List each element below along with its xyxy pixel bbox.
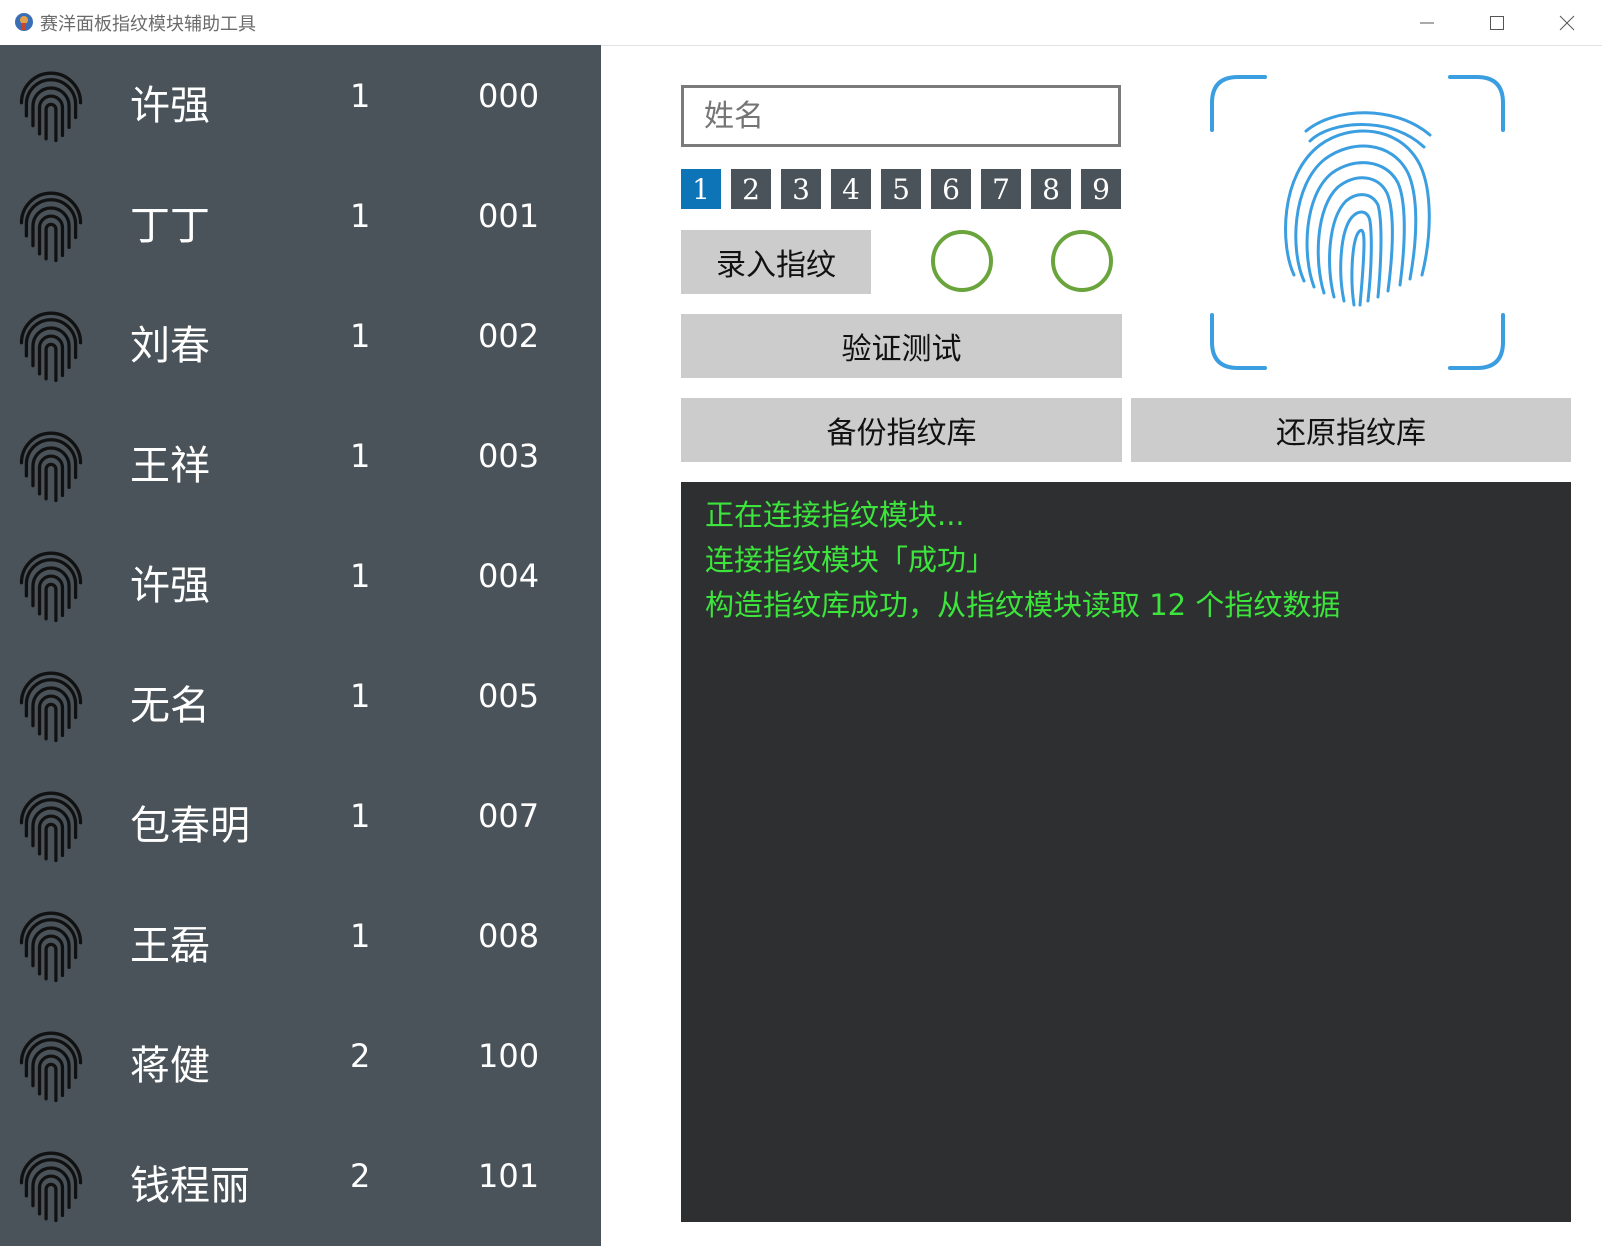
user-id: 000 (478, 77, 540, 115)
user-name: 包春明 (130, 803, 250, 849)
verify-test-button[interactable]: 验证测试 (681, 314, 1122, 378)
user-list[interactable]: 许强 1 000 丁丁 1 001 刘春 1 002 王祥 1 003 许强 1… (0, 45, 601, 1246)
user-name: 王磊 (130, 923, 210, 969)
user-id: 005 (478, 677, 540, 715)
user-name: 蒋健 (130, 1043, 210, 1089)
user-id: 007 (478, 797, 540, 835)
list-item[interactable]: 包春明 1 007 (0, 765, 601, 885)
fingerprint-icon (19, 1151, 83, 1223)
capture-status-indicator-2 (1051, 230, 1113, 292)
backup-library-button[interactable]: 备份指纹库 (681, 398, 1122, 462)
finger-tab-8[interactable]: 8 (1031, 169, 1071, 209)
user-id: 002 (478, 317, 540, 355)
minimize-button[interactable] (1392, 0, 1462, 45)
fingerprint-icon (19, 431, 83, 503)
user-id: 008 (478, 917, 540, 955)
finger-count: 1 (350, 677, 371, 715)
close-icon (1559, 15, 1575, 30)
user-id: 003 (478, 437, 540, 475)
title-bar: 赛洋面板指纹模块辅助工具 (0, 0, 1602, 46)
minimize-icon (1420, 22, 1434, 23)
finger-count: 2 (350, 1157, 371, 1195)
finger-count: 1 (350, 197, 371, 235)
user-id: 004 (478, 557, 540, 595)
user-name: 丁丁 (130, 203, 210, 249)
finger-tab-4[interactable]: 4 (831, 169, 871, 209)
finger-count: 1 (350, 917, 371, 955)
finger-count: 2 (350, 1037, 371, 1075)
finger-tab-6[interactable]: 6 (931, 169, 971, 209)
finger-count: 1 (350, 437, 371, 475)
finger-tab-5[interactable]: 5 (881, 169, 921, 209)
list-item[interactable]: 许强 1 000 (0, 45, 601, 165)
list-item[interactable]: 许强 1 004 (0, 525, 601, 645)
fingerprint-icon (19, 1031, 83, 1103)
list-item[interactable]: 王祥 1 003 (0, 405, 601, 525)
fingerprint-icon (19, 791, 83, 863)
capture-status-indicator-1 (931, 230, 993, 292)
fingerprint-icon (19, 671, 83, 743)
fingerprint-scanner-icon (1210, 75, 1505, 370)
finger-count: 1 (350, 77, 371, 115)
fingerprint-icon (19, 71, 83, 143)
finger-count: 1 (350, 317, 371, 355)
list-item[interactable]: 蒋健 2 100 (0, 1005, 601, 1125)
user-name: 许强 (130, 83, 210, 129)
list-item[interactable]: 刘春 1 002 (0, 285, 601, 405)
close-button[interactable] (1532, 0, 1602, 45)
maximize-icon (1490, 15, 1504, 30)
enroll-fingerprint-button[interactable]: 录入指纹 (681, 230, 871, 294)
log-line: 构造指纹库成功，从指纹模块读取 12 个指纹数据 (705, 588, 1341, 622)
finger-count: 1 (350, 557, 371, 595)
finger-tab-2[interactable]: 2 (731, 169, 771, 209)
log-line: 正在连接指纹模块... (705, 498, 965, 532)
fingerprint-icon (19, 551, 83, 623)
restore-library-button[interactable]: 还原指纹库 (1131, 398, 1571, 462)
finger-tab-7[interactable]: 7 (981, 169, 1021, 209)
user-name: 钱程丽 (130, 1163, 250, 1209)
window-title: 赛洋面板指纹模块辅助工具 (40, 14, 256, 35)
finger-tab-9[interactable]: 9 (1081, 169, 1121, 209)
user-name: 刘春 (130, 323, 210, 369)
maximize-button[interactable] (1462, 0, 1532, 45)
name-input[interactable] (681, 85, 1121, 147)
user-name: 无名 (130, 683, 210, 729)
list-item[interactable]: 无名 1 005 (0, 645, 601, 765)
user-id: 101 (478, 1157, 540, 1195)
app-icon (15, 13, 33, 31)
finger-tab-1[interactable]: 1 (681, 169, 721, 209)
fingerprint-icon (19, 311, 83, 383)
user-name: 许强 (130, 563, 210, 609)
log-line: 连接指纹模块「成功」 (705, 543, 996, 577)
fingerprint-icon (19, 911, 83, 983)
finger-tab-3[interactable]: 3 (781, 169, 821, 209)
list-item[interactable]: 钱程丽 2 101 (0, 1125, 601, 1245)
finger-count: 1 (350, 797, 371, 835)
log-console: 正在连接指纹模块... 连接指纹模块「成功」 构造指纹库成功，从指纹模块读取 1… (681, 482, 1571, 1222)
fingerprint-icon (19, 191, 83, 263)
user-name: 王祥 (130, 443, 210, 489)
list-item[interactable]: 王磊 1 008 (0, 885, 601, 1005)
user-id: 001 (478, 197, 540, 235)
user-id: 100 (478, 1037, 540, 1075)
list-item[interactable]: 丁丁 1 001 (0, 165, 601, 285)
